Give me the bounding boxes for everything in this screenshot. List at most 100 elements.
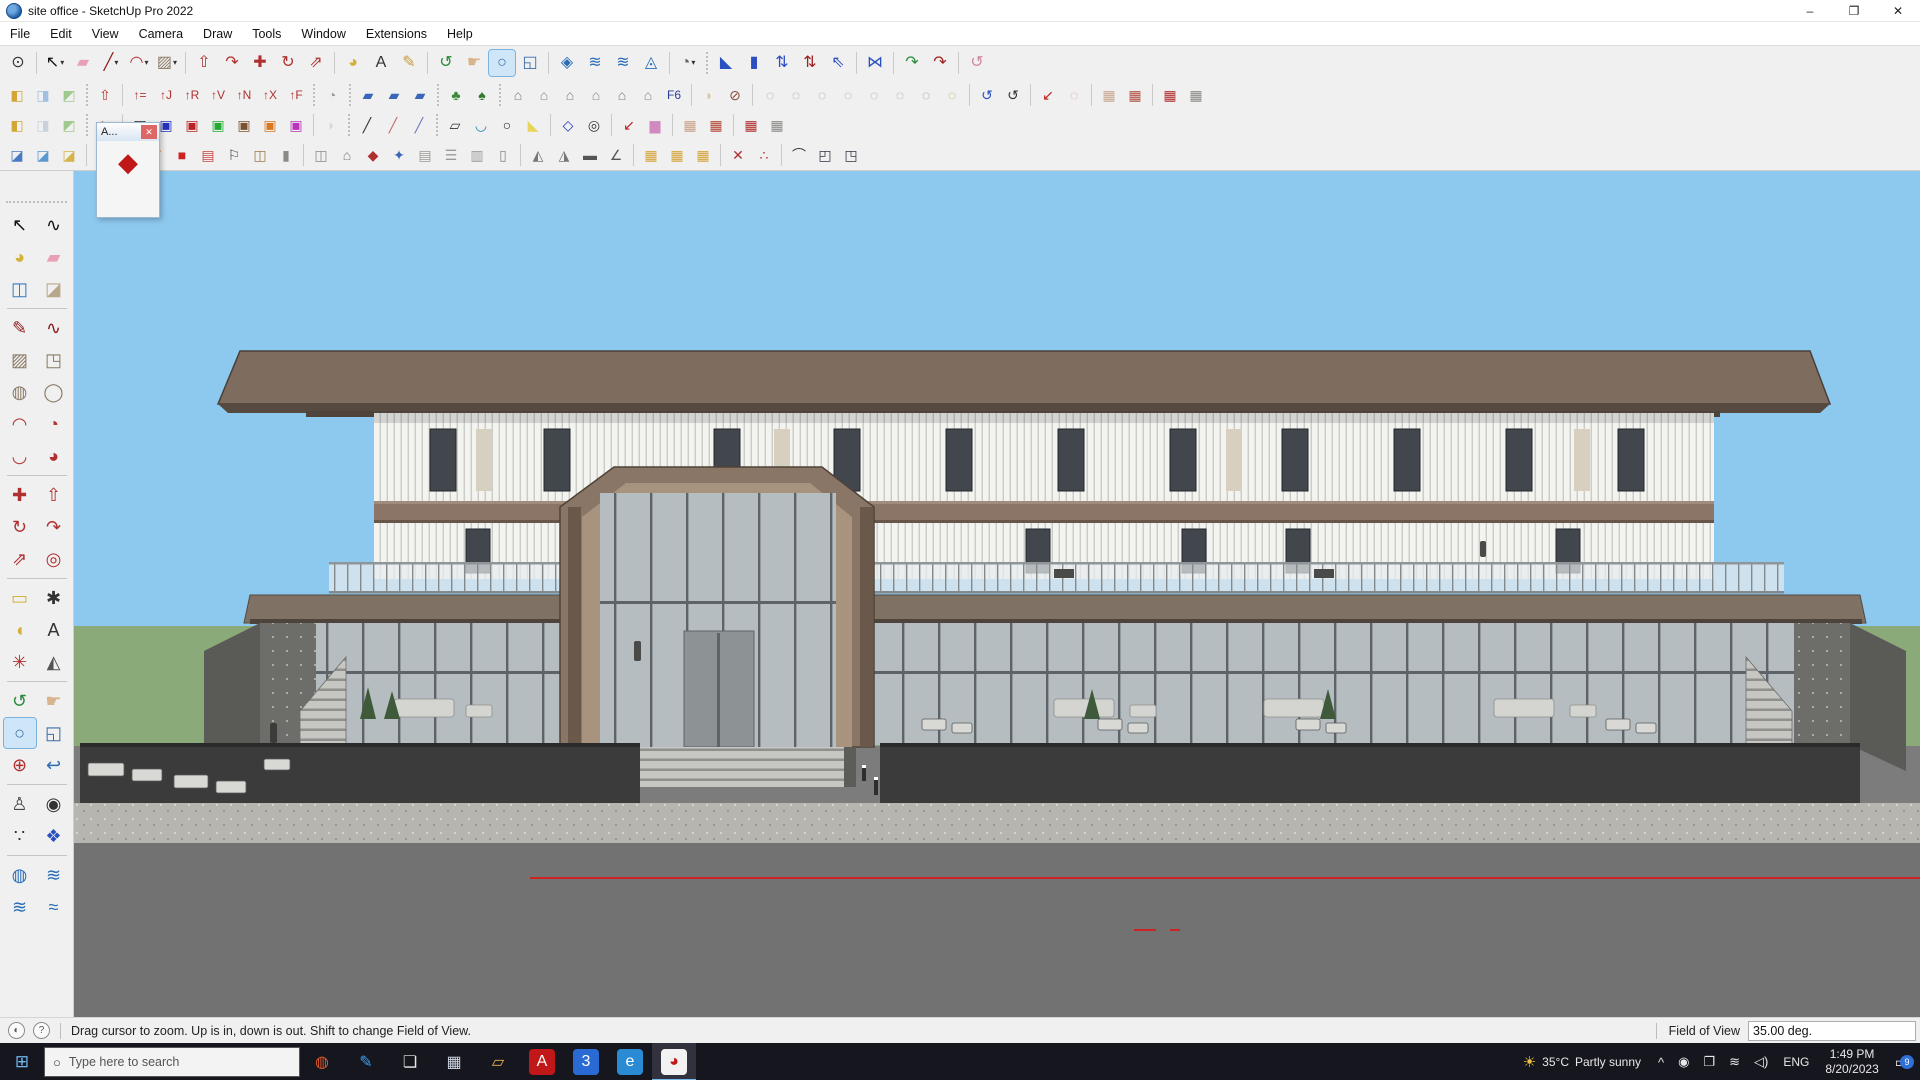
fly-icon[interactable]: ⇖ [825, 50, 851, 76]
box-green-bright-icon[interactable]: ▣ [206, 114, 230, 136]
help-icon[interactable]: ? [33, 1022, 50, 1039]
grid-gold-1-icon[interactable]: ▦ [639, 144, 663, 166]
pen-hatch-blue-icon[interactable]: ╱ [407, 114, 431, 136]
beam-dark-icon[interactable]: ▬ [578, 144, 602, 166]
turn-right-icon[interactable]: ↷ [927, 50, 953, 76]
orbit-icon[interactable]: ↺ [433, 50, 459, 76]
section-plane-icon[interactable]: ◍ [4, 860, 36, 890]
walk-icon[interactable]: ∵ [4, 821, 36, 851]
stair-tool-icon[interactable]: ▤ [413, 144, 437, 166]
plane-green-icon[interactable]: ◩ [57, 114, 81, 136]
grid-red-edge-icon[interactable]: ▦ [704, 114, 728, 136]
truss-2-icon[interactable]: ◮ [552, 144, 576, 166]
arc-icon[interactable]: ◠ ▾ [126, 50, 152, 76]
tray-cast-icon[interactable]: ❐ [1696, 1054, 1722, 1070]
pipe-gray-icon[interactable]: ▮ [274, 144, 298, 166]
loop-2-icon[interactable]: ◌ [784, 84, 808, 106]
fence-tool-icon[interactable]: ☰ [439, 144, 463, 166]
square-red-icon[interactable]: ■ [170, 144, 194, 166]
geolocation-icon[interactable]: ◐ [8, 1022, 25, 1039]
spray-blue-icon[interactable]: ✦ [387, 144, 411, 166]
tray-hidden-icons-icon[interactable]: ^ [1651, 1055, 1671, 1070]
terrain-blue-icon[interactable]: ◪ [31, 144, 55, 166]
loop-5-icon[interactable]: ◌ [862, 84, 886, 106]
scatter-points-1-icon[interactable]: ✕ [726, 144, 750, 166]
up-down-icon[interactable]: ⇅ [769, 50, 795, 76]
pen-hatch-red-icon[interactable]: ╱ [381, 114, 405, 136]
match-photo-icon[interactable]: ◈ [554, 50, 580, 76]
component-red-tool-icon[interactable]: ◆ [361, 144, 385, 166]
protractor-icon[interactable]: ◖ [4, 615, 36, 645]
section-display-icon[interactable]: ≋ [38, 860, 70, 890]
arrow-eq-icon[interactable]: ↑= [128, 84, 152, 106]
wall-tool-icon[interactable]: ▥ [465, 144, 489, 166]
arrow-n-icon[interactable]: ↑N [232, 84, 256, 106]
angle-tool-icon[interactable]: ∠ [604, 144, 628, 166]
text-icon[interactable]: A [38, 615, 70, 645]
lasso-icon[interactable]: ∿ [38, 210, 70, 240]
fov-input[interactable] [1748, 1020, 1916, 1041]
rectangle-icon[interactable]: ▨ ▾ [154, 50, 180, 76]
house-flat-icon[interactable]: ⌂ [558, 84, 582, 106]
bowtie-view-icon[interactable]: ⋈ [862, 50, 888, 76]
pillar-tool-icon[interactable]: ▯ [491, 144, 515, 166]
close-button[interactable]: ✕ [1876, 0, 1920, 21]
box-magenta-icon[interactable]: ▣ [284, 114, 308, 136]
taskbar-app-pen-app[interactable]: ✎ [344, 1043, 388, 1080]
brush-pink-icon[interactable]: ▆ [643, 114, 667, 136]
taskbar-app-edge[interactable]: e [608, 1043, 652, 1080]
arrow-f-icon[interactable]: ↑F [284, 84, 308, 106]
look-around-icon[interactable]: ◉ [38, 789, 70, 819]
dome-tan-icon[interactable]: ◗ [697, 84, 721, 106]
section-cut-icon[interactable]: ≈ [38, 892, 70, 922]
follow-me-icon[interactable]: ↷ [219, 50, 245, 76]
loop-7-icon[interactable]: ◌ [914, 84, 938, 106]
scatter-points-2-icon[interactable]: ∴ [752, 144, 776, 166]
walk-tool-icon[interactable]: ◣ [713, 50, 739, 76]
floating-toolbar-panel[interactable]: A... ✕ ◆ [96, 122, 160, 218]
eraser-icon[interactable]: ▰ [70, 50, 96, 76]
grid-red-icon[interactable]: ▦ [1123, 84, 1147, 106]
box-gold-icon[interactable]: ◧ [5, 84, 29, 106]
box-blue-icon[interactable]: ◨ [31, 84, 55, 106]
elbow-brown-icon[interactable]: ◫ [248, 144, 272, 166]
paint-bucket-icon[interactable]: ◕ [4, 242, 36, 272]
house-hip-icon[interactable]: ⌂ [532, 84, 556, 106]
house-dormer-icon[interactable]: ⌂ [610, 84, 634, 106]
box-red-icon[interactable]: ▣ [180, 114, 204, 136]
menu-draw[interactable]: Draw [193, 24, 242, 44]
pencil-circle-icon[interactable]: ⊘ [723, 84, 747, 106]
tray-wifi-icon[interactable]: ≋ [1722, 1054, 1747, 1070]
taskbar-app-app-3[interactable]: 3 [564, 1043, 608, 1080]
terrain-hash-icon[interactable]: ◪ [5, 144, 29, 166]
plane-white-icon[interactable]: ◨ [31, 114, 55, 136]
select-icon[interactable]: ↖ [4, 210, 36, 240]
taskbar-app-task-view[interactable]: ❏ [388, 1043, 432, 1080]
taskbar-app-widgets[interactable]: ▦ [432, 1043, 476, 1080]
loop-blue-icon[interactable]: ↺ [975, 84, 999, 106]
arrow-sw-red-icon[interactable]: ↙ [1036, 84, 1060, 106]
circle-icon[interactable]: ◍ [4, 377, 36, 407]
tray-volume-icon[interactable]: ◁) [1747, 1054, 1775, 1070]
tray-record-icon[interactable]: ◉ [1671, 1054, 1696, 1070]
paint-bucket-icon[interactable]: ◕ [340, 50, 366, 76]
maximize-button[interactable]: ❐ [1832, 0, 1876, 21]
loop-1-icon[interactable]: ◌ [758, 84, 782, 106]
sketch-plane-1-icon[interactable]: ▰ [356, 84, 380, 106]
menu-file[interactable]: File [0, 24, 40, 44]
house-tower-icon[interactable]: ⌂ [636, 84, 660, 106]
standard-views-icon[interactable]: ◬ [638, 50, 664, 76]
loop-6-icon[interactable]: ◌ [888, 84, 912, 106]
terrain-gold-icon[interactable]: ◪ [57, 144, 81, 166]
clock[interactable]: 1:49 PM 8/20/2023 [1817, 1047, 1886, 1077]
menu-extensions[interactable]: Extensions [356, 24, 437, 44]
arc-icon[interactable]: ◠ [4, 409, 36, 439]
zoom-tool-icon[interactable]: ⊙ [5, 50, 31, 76]
arrow-red-big-icon[interactable]: ↙ [617, 114, 641, 136]
pentagon-blue-icon[interactable]: ◇ [556, 114, 580, 136]
loop-3-icon[interactable]: ◌ [810, 84, 834, 106]
mesh-red-icon[interactable]: ▦ [1158, 84, 1182, 106]
sketch-plane-2-icon[interactable]: ▰ [382, 84, 406, 106]
menu-help[interactable]: Help [437, 24, 483, 44]
component-icon[interactable]: ◫ [4, 274, 36, 304]
